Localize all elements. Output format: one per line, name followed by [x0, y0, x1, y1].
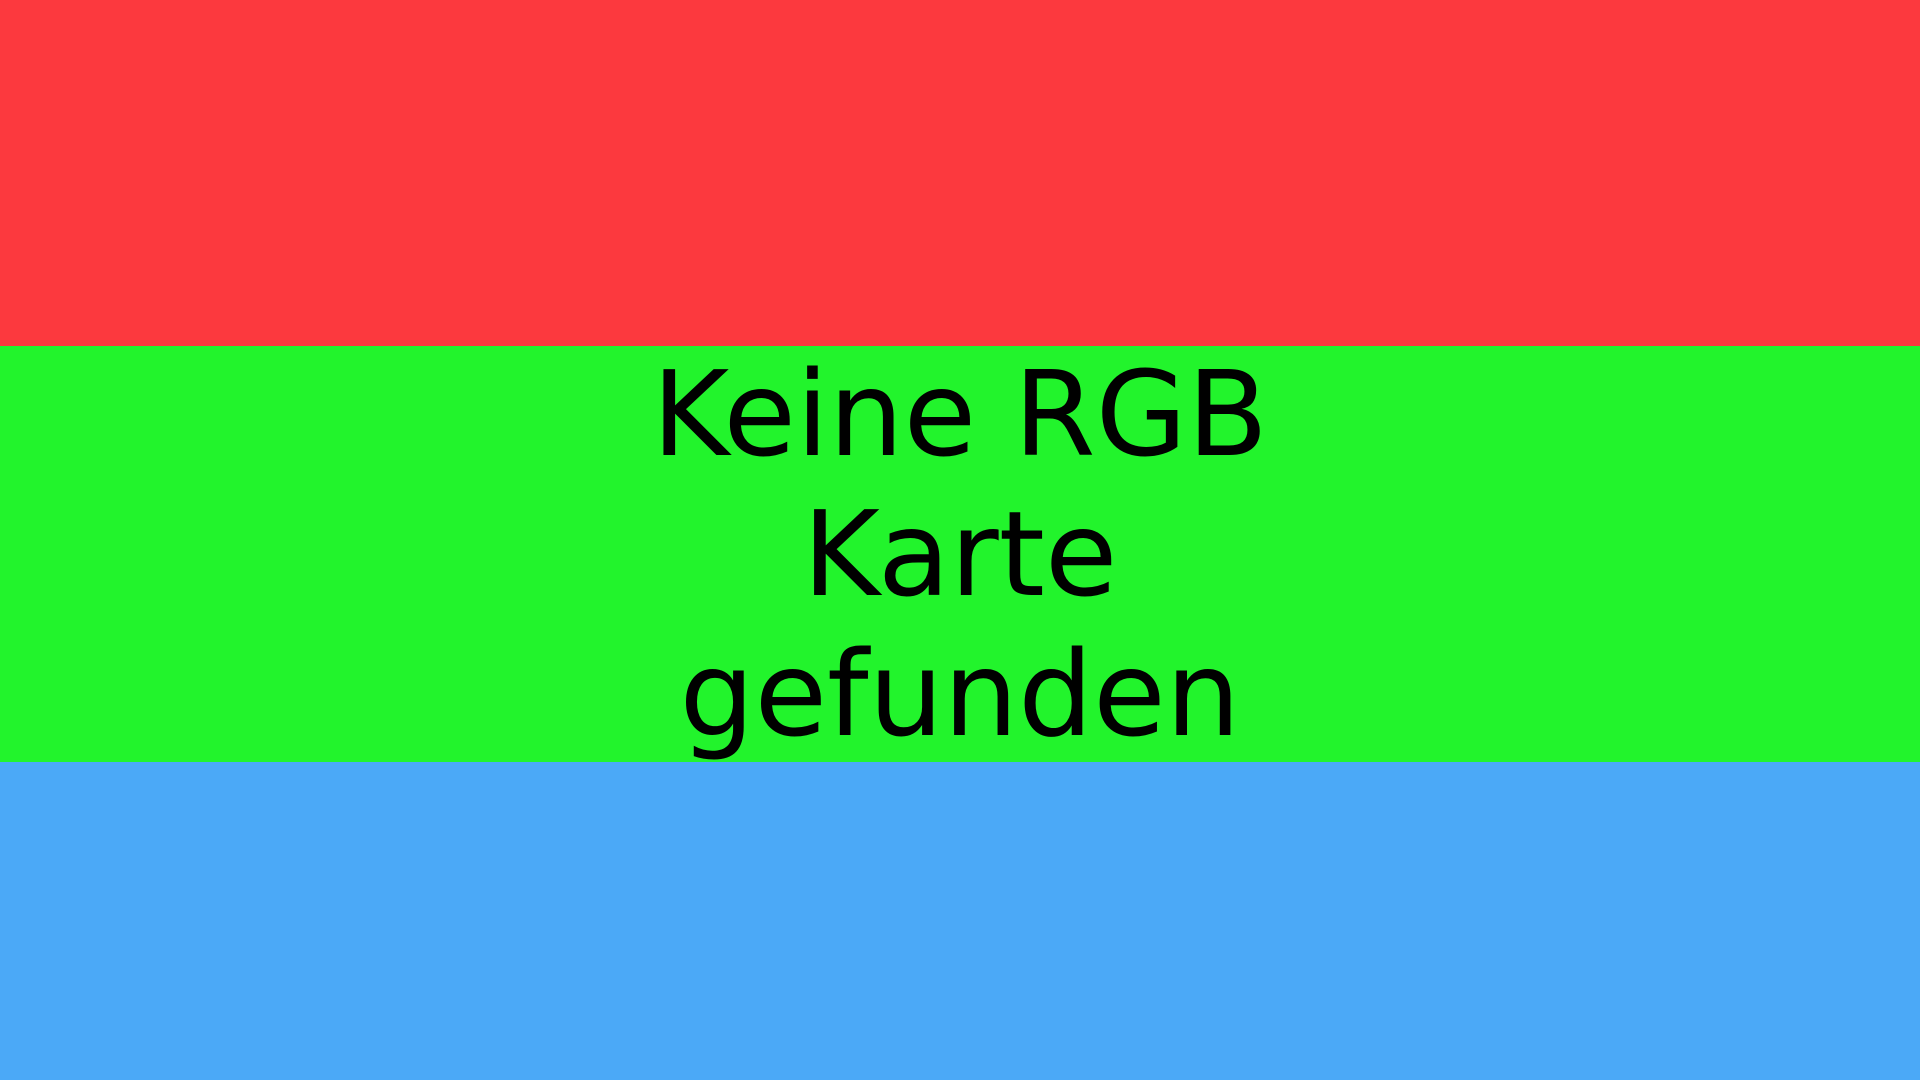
blue-band: [0, 762, 1920, 1080]
rgb-test-screen: Keine RGB Karte gefunden: [0, 0, 1920, 1080]
message-line-1: Keine RGB: [651, 345, 1269, 483]
no-rgb-card-message: Keine RGB Karte gefunden: [0, 345, 1920, 763]
message-line-2: Karte: [802, 485, 1118, 623]
red-band: [0, 0, 1920, 346]
message-line-3: gefunden: [679, 625, 1241, 763]
